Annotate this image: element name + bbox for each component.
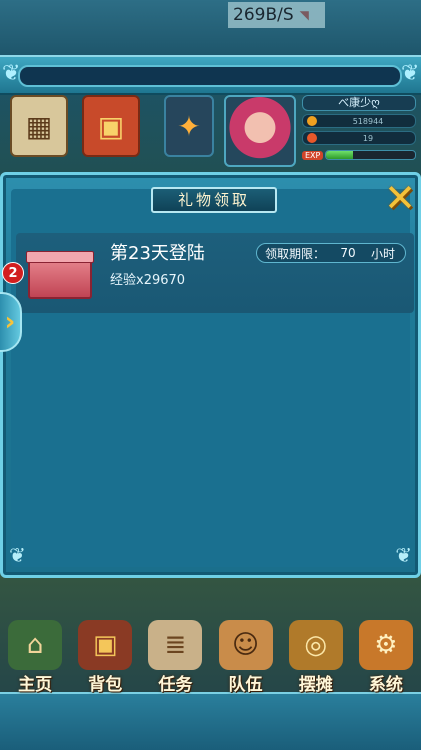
exp-label: EXP — [302, 150, 324, 160]
nav-item-backpack[interactable]: ▣ 背包 — [72, 620, 138, 695]
corner-ornament-icon: ❦ — [395, 543, 412, 567]
nav-item-stall[interactable]: ◎ 摆摊 — [283, 620, 349, 695]
gift-list-item[interactable]: 第23天登陆 经验x29670 领取期限： 70 小时 — [16, 233, 414, 313]
close-button[interactable]: ✕ — [381, 178, 419, 218]
treasure-chest-icon[interactable]: ▣ — [82, 95, 140, 157]
network-speed-indicator: 269B/S ◥ — [228, 2, 325, 28]
wifi-icon: ◥ — [299, 8, 309, 22]
bottom-nav: ⌂ 主页 ▣ 背包 ≣ 任务 ☺ 队伍 ◎ 摆摊 ⚙ 系统 — [0, 620, 421, 700]
nav-label: 主页 — [18, 675, 53, 695]
nav-label: 任务 — [158, 675, 193, 695]
expire-label: 领取期限： — [265, 246, 326, 261]
gold-stat: 518944 — [302, 114, 416, 128]
stall-icon: ◎ — [288, 620, 343, 670]
expire-value: 70 — [340, 246, 356, 260]
nav-label: 队伍 — [228, 675, 263, 695]
game-screen: 269B/S ◥ ❦ ❦ ▦ ▣ ✦ べ康少ღ 518944 19 EXP 礼物… — [0, 0, 421, 750]
player-name: べ康少ღ — [302, 95, 416, 111]
nav-item-tasks[interactable]: ≣ 任务 — [142, 620, 208, 695]
gem-stat: 19 — [302, 131, 416, 145]
gem-value: 19 — [362, 133, 374, 143]
exp-track — [325, 150, 416, 160]
exp-fill — [326, 151, 353, 159]
frame-ornament-icon: ❦ — [401, 61, 420, 86]
home-icon: ⌂ — [8, 620, 63, 670]
side-expand-arrow[interactable]: › — [0, 292, 22, 352]
gold-coin-icon — [307, 116, 317, 126]
nav-label: 系统 — [368, 675, 403, 695]
nav-label: 背包 — [88, 675, 123, 695]
gift-expire-badge: 领取期限： 70 小时 — [256, 243, 406, 263]
player-avatar[interactable] — [224, 95, 296, 167]
gift-title: 第23天登陆 — [110, 243, 205, 264]
gift-dialog: 礼物领取 ✕ 第23天登陆 经验x29670 领取期限： 70 小时 ❦ ❦ — [0, 172, 421, 578]
calendar-icon[interactable]: ▦ — [10, 95, 68, 157]
top-message-bar — [18, 65, 402, 87]
scroll-icon: ≣ — [148, 620, 203, 670]
team-icon: ☺ — [218, 620, 273, 670]
dialog-title: 礼物领取 — [151, 187, 277, 213]
nav-item-home[interactable]: ⌂ 主页 — [2, 620, 68, 695]
backpack-icon: ▣ — [78, 620, 133, 670]
bottom-bar — [0, 692, 421, 750]
expire-unit: 小时 — [371, 246, 396, 261]
player-panel: べ康少ღ 518944 19 EXP — [302, 95, 416, 167]
top-frame: ❦ ❦ — [0, 55, 421, 95]
pet-icon[interactable]: ✦ — [164, 95, 214, 157]
nav-item-team[interactable]: ☺ 队伍 — [213, 620, 279, 695]
gift-reward: 经验x29670 — [110, 273, 186, 288]
gem-icon — [307, 133, 317, 143]
corner-ornament-icon: ❦ — [9, 543, 26, 567]
gift-box-icon — [26, 251, 94, 299]
nav-item-system[interactable]: ⚙ 系统 — [353, 620, 419, 695]
nav-label: 摆摊 — [298, 675, 333, 695]
gold-value: 518944 — [352, 116, 384, 126]
gear-icon: ⚙ — [358, 620, 413, 670]
gift-count-badge: 2 — [2, 262, 24, 284]
frame-ornament-icon: ❦ — [2, 61, 21, 86]
network-speed-text: 269B/S — [233, 5, 294, 25]
exp-bar: EXP — [302, 148, 416, 162]
